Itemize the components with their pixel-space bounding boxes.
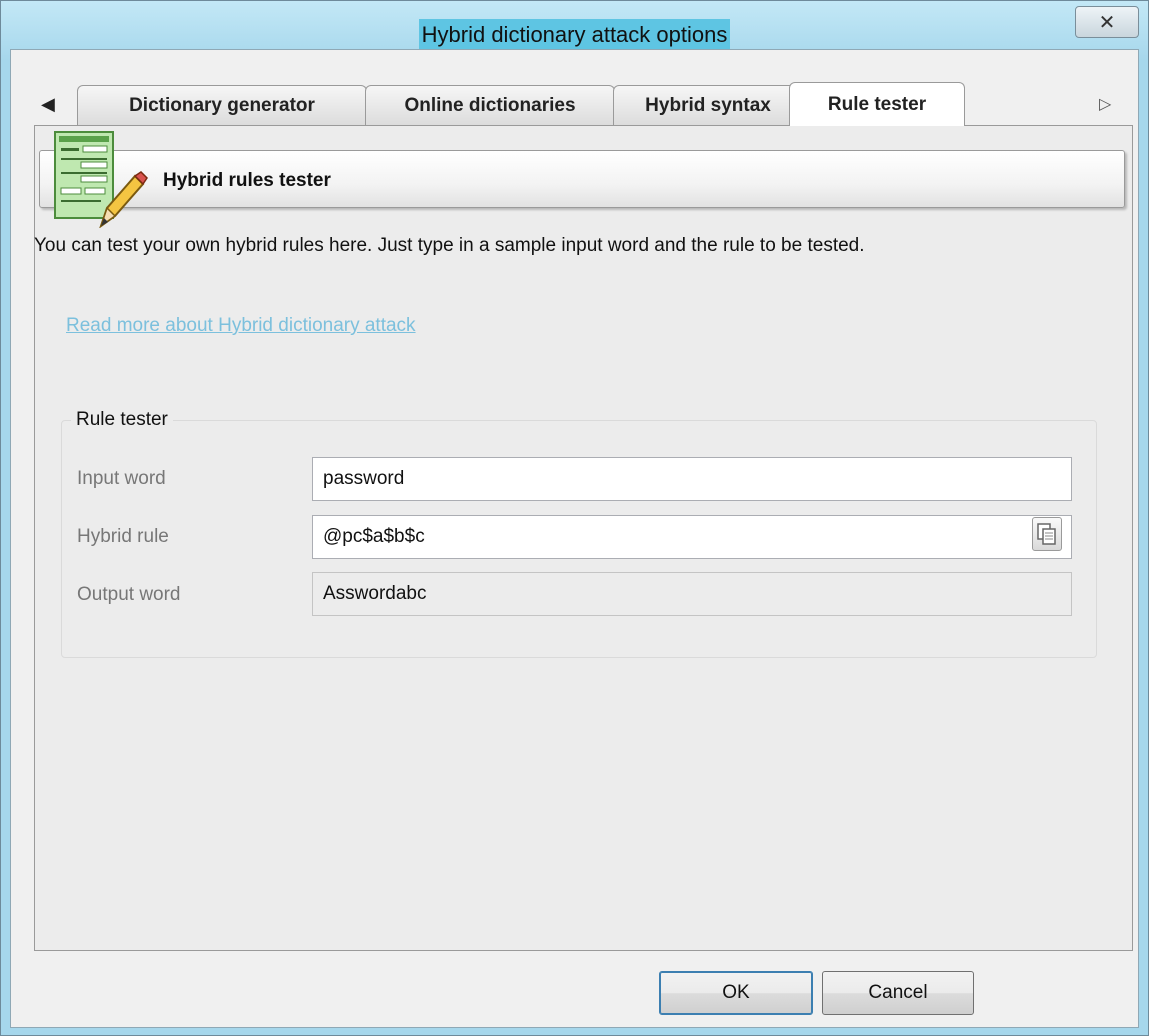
cancel-button[interactable]: Cancel — [822, 971, 974, 1015]
read-more-link[interactable]: Read more about Hybrid dictionary attack — [66, 315, 416, 337]
output-word-field: Asswordabc — [312, 572, 1072, 616]
description-text: You can test your own hybrid rules here.… — [34, 235, 865, 256]
tab-rule-tester[interactable]: Rule tester — [789, 82, 965, 126]
ok-button[interactable]: OK — [659, 971, 813, 1015]
tab-label: Dictionary generator — [129, 94, 315, 116]
tab-label: Rule tester — [827, 93, 927, 115]
tab-scroll-left-icon[interactable]: ◀ — [41, 94, 55, 115]
copy-icon — [1037, 523, 1056, 545]
dialog-client-area: ◀ Dictionary generator Online dictionari… — [10, 49, 1139, 1028]
cancel-button-label: Cancel — [868, 982, 928, 1003]
dialog-window: Hybrid dictionary attack options ✕ ◀ Dic… — [0, 0, 1149, 1036]
close-icon: ✕ — [1098, 11, 1116, 34]
output-word-label: Output word — [77, 584, 181, 605]
copy-rule-button[interactable] — [1032, 517, 1062, 551]
tab-label: Hybrid syntax — [645, 94, 771, 116]
tab-online-dictionaries[interactable]: Online dictionaries — [365, 85, 615, 125]
close-button[interactable]: ✕ — [1075, 6, 1139, 38]
hybrid-rule-field[interactable]: @pc$a$b$c — [312, 515, 1072, 559]
section-title: Hybrid rules tester — [163, 170, 331, 191]
hybrid-rule-label: Hybrid rule — [77, 526, 169, 547]
form-pencil-icon — [54, 131, 148, 228]
ok-button-label: OK — [722, 982, 750, 1003]
tab-hybrid-syntax[interactable]: Hybrid syntax — [613, 85, 803, 125]
tab-label: Online dictionaries — [404, 94, 576, 116]
input-word-field[interactable]: password — [312, 457, 1072, 501]
tab-dictionary-generator[interactable]: Dictionary generator — [77, 85, 367, 125]
title-bar[interactable]: Hybrid dictionary attack options ✕ — [1, 1, 1148, 50]
input-word-label: Input word — [77, 468, 166, 489]
group-label: Rule tester — [71, 409, 173, 431]
window-title: Hybrid dictionary attack options — [418, 19, 731, 50]
tab-scroll-right-icon[interactable]: ▷ — [1099, 94, 1111, 114]
